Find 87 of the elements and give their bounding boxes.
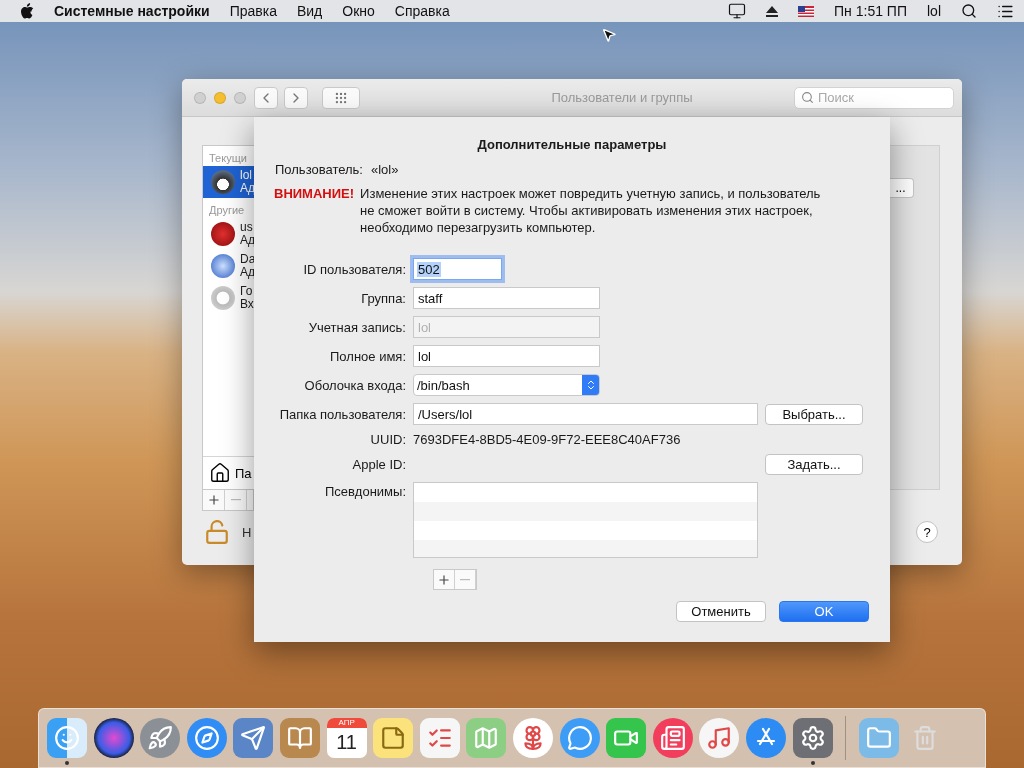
house-icon[interactable] [209,462,231,484]
section-heading: Другие [208,203,246,218]
shell-popup[interactable]: /bin/bash [413,374,600,396]
ok-button[interactable]: OK [779,601,869,622]
choose-button[interactable]: Выбрать... [765,403,863,425]
options-button[interactable]: ... [888,178,914,198]
forward-button[interactable] [284,86,308,109]
menu-item[interactable]: Правка [229,3,277,19]
mouse-cursor-icon [601,27,617,43]
search-icon[interactable] [961,3,977,19]
orb-icon[interactable] [93,718,134,758]
menu-item[interactable]: Вид [296,3,323,19]
calendar-day: 11 [336,728,357,756]
warning-text: Изменение этих настроек может повредить учетную запись, и пользователь не сможет войти в систему. Чтобы активировать изменения этих настроек, необходимо перезагрузить компьютер. [360,185,822,236]
user-menu[interactable]: lol [927,3,941,19]
face-icon[interactable] [47,718,87,758]
plus-icon [206,493,221,507]
section-heading: Текущи [208,151,248,166]
help-button[interactable]: ? [916,521,938,543]
minus-icon [230,499,241,501]
video-camera-icon[interactable] [606,718,647,758]
calendar-icon[interactable]: АПР 11 [326,718,367,758]
newspaper-icon[interactable] [652,718,693,758]
user-label: Пользователь: [275,162,363,177]
field-label: Учетная запись: [307,319,406,335]
calendar-month: АПР [326,718,367,728]
back-button[interactable] [254,86,278,109]
user-name: lol [240,169,253,182]
login-options[interactable]: Па [235,465,252,481]
dot-grid-icon [334,90,348,105]
field-label: Полное имя: [329,348,406,364]
flower-icon[interactable] [512,718,553,758]
clock[interactable]: Пн 1:51 ПП [834,3,907,19]
field-label: ID пользователя: [302,261,406,277]
lock-label: Н [242,524,252,540]
avatar [211,222,235,246]
compass-icon[interactable] [186,718,227,758]
input-field[interactable]: /Users/lol [413,403,758,425]
gear-icon[interactable] [792,718,833,758]
field-value: 7693DFE4-8BD5-4E09-9F72-EEE8C40AF736 [413,432,682,447]
user-name: us [240,221,254,234]
field-label: Псевдонимы: [324,483,406,499]
minus-icon [460,578,470,581]
checklist-icon[interactable] [419,718,460,758]
show-all-button[interactable] [322,86,360,109]
user-item[interactable]: Го Вх [203,282,254,314]
speech-bubble-icon[interactable] [559,718,600,758]
flag-icon[interactable] [798,5,815,17]
app-menu[interactable]: Системные настройки [54,3,210,19]
choose-button[interactable]: Задать... [765,454,863,475]
avatar [211,286,235,310]
field-label: Оболочка входа: [303,377,406,393]
stamp-icon[interactable] [233,718,274,758]
app-store-icon[interactable] [745,718,786,758]
sheet-title: Дополнительные параметры [476,137,668,152]
display-icon[interactable] [728,2,747,20]
avatar [211,254,235,278]
folder-icon[interactable] [858,718,899,758]
field-label: Apple ID: [351,457,406,472]
minimize-button[interactable] [214,91,226,104]
notepad-icon[interactable] [373,718,414,758]
field-label: Папка пользователя: [278,406,406,422]
padlock-icon[interactable] [204,519,230,545]
field-label: UUID: [369,432,406,447]
user-name: Da [240,253,256,266]
cancel-button[interactable]: Отменить [676,601,766,622]
menu-item[interactable]: Справка [394,3,450,19]
eject-icon[interactable] [766,5,779,17]
avatar [211,170,235,194]
input-field[interactable]: staff [413,287,600,309]
apple-icon[interactable] [20,3,34,19]
window-title: Пользователи и группы [550,90,694,105]
search-icon [801,91,814,104]
user-name: Го [240,285,254,298]
rocket-icon[interactable] [140,718,181,758]
input-field[interactable]: lol [413,345,600,367]
input-field[interactable]: 502 [413,258,502,280]
map-icon[interactable] [466,718,507,758]
menu-item[interactable]: Окно [342,3,375,19]
field-label: Группа: [360,290,406,306]
user-value: «lol» [371,162,399,177]
aliases-list[interactable] [413,482,758,558]
music-note-icon[interactable] [699,718,740,758]
book-icon[interactable] [279,718,320,758]
plus-icon [437,572,451,587]
user-role: Вх [240,298,254,311]
warning-label: ВНИМАНИЕ! [274,185,355,203]
